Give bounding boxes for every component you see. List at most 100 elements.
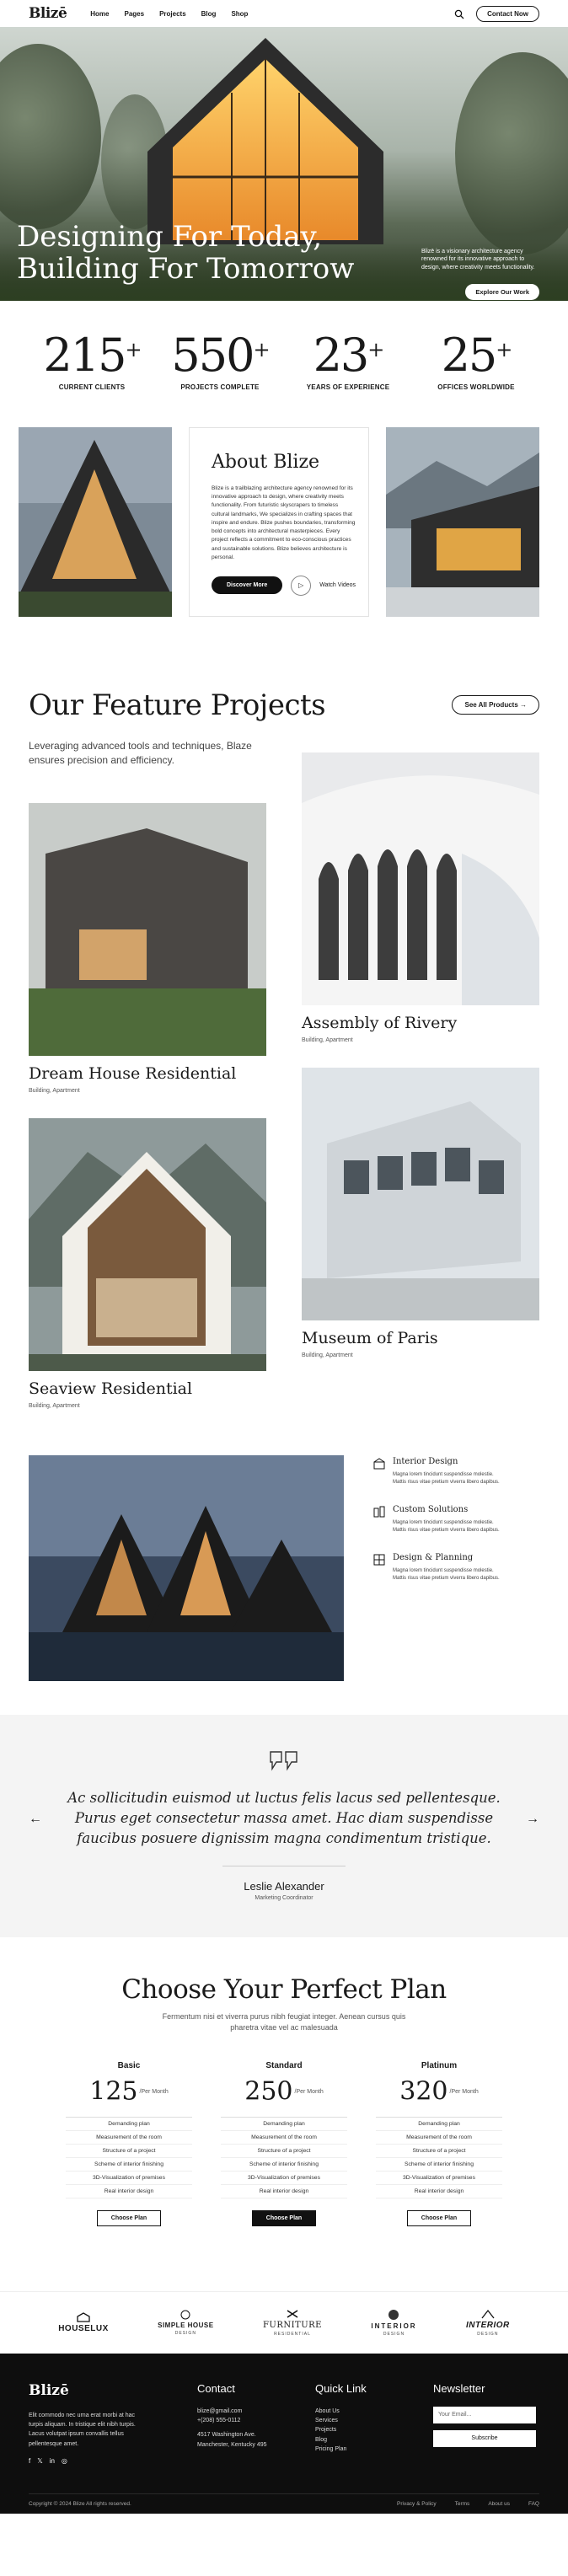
plan-platinum: Platinum 320/Per Month Demanding plan Me… (376, 2061, 502, 2226)
plan-feature: Measurement of the room (66, 2131, 192, 2145)
project-card[interactable]: Assembly of Rivery Building, Apartment (302, 752, 539, 1043)
interior-design-icon (373, 1458, 385, 1470)
nav-shop[interactable]: Shop (231, 10, 248, 18)
footer-address: 4517 Washington Ave. Manchester, Kentuck… (197, 2432, 267, 2448)
search-icon[interactable] (454, 8, 464, 19)
footer-bottom-link[interactable]: FAQ (528, 2501, 539, 2507)
project-card[interactable]: Dream House Residential Building, Apartm… (29, 803, 266, 1094)
plan-basic: Basic 125/Per Month Demanding plan Measu… (66, 2061, 192, 2226)
project-category: Building, Apartment (302, 1352, 353, 1358)
custom-solutions-icon (373, 1506, 385, 1518)
roof-icon (481, 2309, 495, 2319)
pricing-title: Choose Your Perfect Plan (121, 1974, 447, 2005)
prev-arrow-icon[interactable]: ← (29, 1812, 42, 1827)
footer-contact: Contact blize@gmail.com +(208) 555-0112 … (197, 2382, 315, 2465)
footer-link[interactable]: Services (315, 2416, 433, 2425)
plan-feature: Structure of a project (376, 2145, 502, 2158)
footer-logo[interactable]: Blizē (29, 2382, 197, 2399)
plan-name: Standard (265, 2061, 303, 2071)
stat-item: 215+ CURRENT CLIENTS (37, 333, 147, 427)
features-section: Interior Design Magna lorem tincidunt sus… (0, 1447, 568, 1715)
choose-plan-button[interactable]: Choose Plan (406, 2209, 472, 2226)
stats-section: 215+ CURRENT CLIENTS 550+ PROJECTS COMPL… (0, 301, 568, 427)
feature-title: Custom Solutions (393, 1505, 469, 1514)
plan-unit: /Per Month (294, 2088, 324, 2095)
facebook-icon[interactable]: f (29, 2457, 30, 2465)
feature-item: Interior Design Magna lorem tincidunt sus… (372, 1457, 507, 1486)
subscribe-button[interactable]: Subscribe (433, 2430, 536, 2447)
plan-feature: Demanding plan (66, 2118, 192, 2131)
brand-name: INTERIOR (465, 2321, 510, 2330)
footer-phone[interactable]: +(208) 555-0112 (197, 2416, 315, 2425)
testimonial-name: Leslie Alexander (244, 1879, 324, 1893)
footer-link[interactable]: Pricing Plan (315, 2445, 433, 2454)
plan-feature: Demanding plan (376, 2118, 502, 2131)
project-category: Building, Apartment (29, 1403, 80, 1409)
feature-item: Design & Planning Magna lorem tincidunt s… (372, 1553, 507, 1583)
modern-villa-image (386, 427, 539, 617)
plan-feature: Demanding plan (221, 2118, 347, 2131)
plan-name: Basic (117, 2061, 141, 2071)
feature-item: Custom Solutions Magna lorem tincidunt su… (372, 1505, 507, 1534)
plan-feature: Scheme of interior finishing (376, 2158, 502, 2172)
footer-newsletter: Newsletter Your Email... Subscribe (433, 2382, 536, 2465)
main-nav: Home Pages Projects Blog Shop (90, 10, 248, 18)
lakeside-a-frame-image (29, 1455, 344, 1681)
brand-logo: INTERIOR DESIGN (371, 2309, 416, 2337)
logo[interactable]: Blizē (29, 5, 67, 22)
hero-title-line2: Building For Tomorrow (17, 252, 355, 287)
footer-about-text: Elit commodo nec urna erat morbi at hac … (29, 2413, 136, 2447)
see-all-products-button[interactable]: See All Products → (452, 695, 539, 715)
footer-link[interactable]: Blog (315, 2435, 433, 2445)
testimonial-role: Marketing Coordinator (255, 1894, 313, 1901)
discover-more-button[interactable]: Discover More (212, 576, 283, 595)
nav-projects[interactable]: Projects (159, 10, 186, 18)
plan-feature: Real interior design (376, 2185, 502, 2198)
instagram-icon[interactable]: ◎ (62, 2457, 67, 2465)
design-planning-icon (373, 1554, 385, 1566)
project-card[interactable]: Museum of Paris Building, Apartment (302, 1068, 539, 1358)
stat-number: 25 (441, 329, 498, 382)
assembly-of-rivery-image (302, 752, 539, 1005)
project-name: Dream House Residential (29, 1064, 237, 1083)
footer-heading: Quick Link (315, 2382, 367, 2395)
plan-price: 125 (89, 2076, 138, 2107)
feature-text: Magna lorem tincidunt suspendisse molest… (393, 1568, 500, 1581)
choose-plan-button[interactable]: Choose Plan (96, 2209, 162, 2226)
newsletter-email-input[interactable]: Your Email... (433, 2407, 536, 2423)
pricing-subtitle: Fermentum nisi et viverra purus nibh feu… (162, 2012, 406, 2032)
project-name: Museum of Paris (302, 1329, 438, 1347)
watch-videos-link[interactable]: Watch Videos (319, 582, 356, 588)
project-card[interactable]: Seaview Residential Building, Apartment (29, 1118, 266, 1409)
site-footer: Blizē Elit commodo nec urna erat morbi a… (0, 2354, 568, 2514)
play-icon[interactable]: ▷ (291, 575, 312, 596)
stat-item: 550+ PROJECTS COMPLETE (165, 333, 275, 427)
hero-title-line1: Designing For Today, (17, 220, 323, 254)
tree-image (0, 44, 101, 229)
twitter-icon[interactable]: 𝕏 (37, 2457, 42, 2465)
features-list: Interior Design Magna lorem tincidunt sus… (372, 1455, 507, 1715)
nav-home[interactable]: Home (90, 10, 109, 18)
dream-house-image (29, 803, 266, 1056)
linkedin-icon[interactable]: in (50, 2457, 55, 2465)
hero-blurb: Blizē is a visionary architecture agency… (421, 249, 535, 270)
footer-email[interactable]: blize@gmail.com (197, 2407, 315, 2416)
museum-of-paris-image (302, 1068, 539, 1320)
footer-bottom-link[interactable]: Terms (455, 2501, 470, 2507)
nav-pages[interactable]: Pages (125, 10, 145, 18)
next-arrow-icon[interactable]: → (526, 1812, 539, 1827)
footer-bottom-link[interactable]: About us (488, 2501, 510, 2507)
contact-now-button[interactable]: Contact Now (476, 5, 539, 22)
feature-text: Magna lorem tincidunt suspendisse molest… (393, 1520, 500, 1533)
plan-unit: /Per Month (449, 2088, 479, 2095)
footer-link[interactable]: Projects (315, 2425, 433, 2434)
explore-work-button[interactable]: Explore Our Work (465, 284, 539, 300)
footer-bottom-link[interactable]: Privacy & Policy (397, 2501, 437, 2507)
see-all-label: See All Products (464, 701, 518, 709)
footer-link[interactable]: About Us (315, 2407, 433, 2416)
brand-sub: DESIGN (383, 2332, 405, 2337)
nav-blog[interactable]: Blog (201, 10, 217, 18)
plan-feature: Scheme of interior finishing (221, 2158, 347, 2172)
choose-plan-button[interactable]: Choose Plan (251, 2209, 317, 2226)
projects-section: Our Feature Projects Leveraging advanced… (0, 646, 568, 1447)
